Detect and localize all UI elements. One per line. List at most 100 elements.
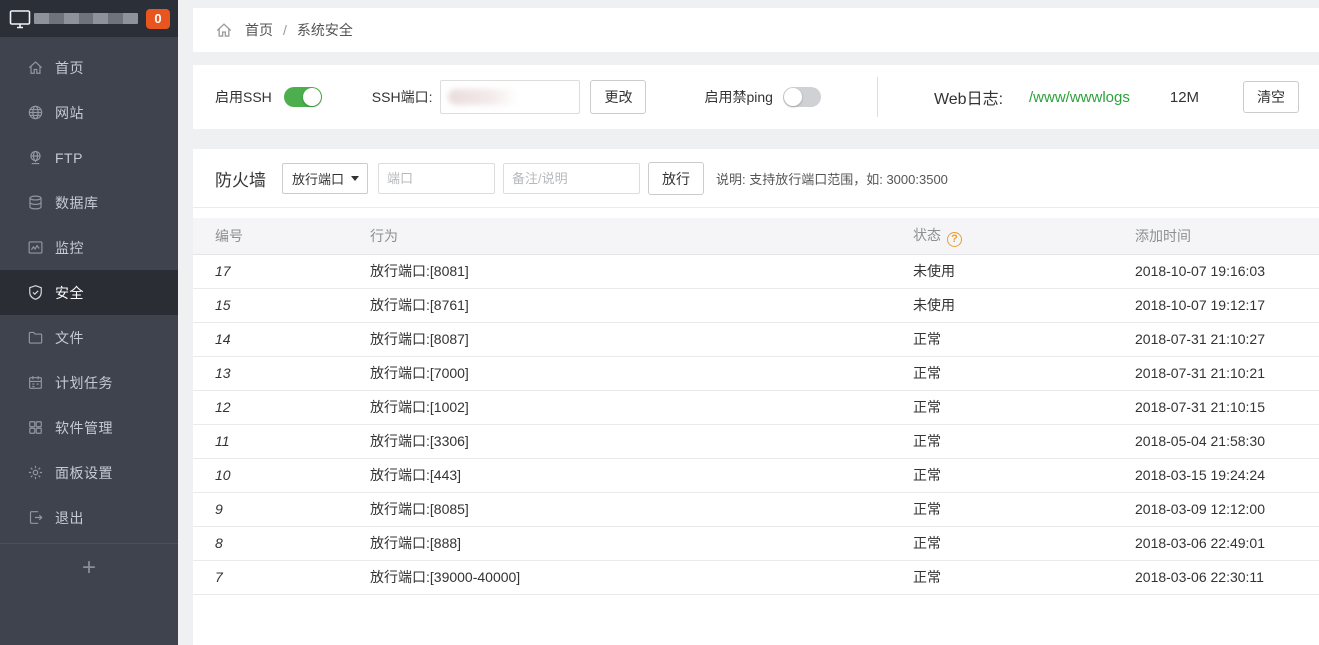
sidebar-item-label: 计划任务 [55, 373, 113, 393]
sidebar-add-button[interactable]: + [0, 544, 178, 582]
shield-icon [27, 284, 44, 301]
main-content: 首页 / 系统安全 启用SSH SSH端口: 更改 启用禁ping Web日志:… [178, 0, 1319, 645]
firewall-type-select[interactable]: 放行端口 [282, 163, 368, 194]
home-icon[interactable] [215, 21, 233, 39]
table-row: 8放行端口:[888]正常2018-03-06 22:49:01 [193, 526, 1319, 560]
row-action: 放行端口:[3306] [370, 424, 913, 458]
firewall-allow-button[interactable]: 放行 [648, 162, 704, 195]
row-time: 2018-03-06 22:30:11 [1135, 560, 1319, 594]
row-time: 2018-03-15 19:24:24 [1135, 458, 1319, 492]
sidebar-item-settings[interactable]: 面板设置 [0, 450, 178, 495]
table-header-row: 编号 行为 状态? 添加时间 [193, 218, 1319, 254]
table-row: 11放行端口:[3306]正常2018-05-04 21:58:30 [193, 424, 1319, 458]
grid-icon [27, 419, 44, 436]
breadcrumb: 首页 / 系统安全 [193, 8, 1319, 52]
breadcrumb-home[interactable]: 首页 [245, 20, 273, 40]
row-id: 7 [193, 560, 370, 594]
ssh-port-input[interactable] [440, 80, 580, 114]
firewall-note-input[interactable] [503, 163, 640, 194]
sidebar-header: 0 [0, 0, 178, 37]
firewall-port-input[interactable] [378, 163, 495, 194]
row-status: 正常 [913, 390, 1135, 424]
row-status: 正常 [913, 458, 1135, 492]
breadcrumb-separator: / [283, 22, 287, 38]
sidebar-item-label: 安全 [55, 283, 84, 303]
row-action: 放行端口:[8081] [370, 254, 913, 288]
sidebar-item-label: FTP [55, 150, 83, 166]
ping-toggle[interactable] [783, 87, 821, 107]
row-time: 2018-05-04 21:58:30 [1135, 424, 1319, 458]
row-status: 正常 [913, 526, 1135, 560]
chevron-down-icon [351, 176, 359, 181]
row-id: 9 [193, 492, 370, 526]
panel-logo-icon [8, 7, 32, 31]
row-status: 未使用 [913, 288, 1135, 322]
gear-icon [27, 464, 44, 481]
row-action: 放行端口:[8087] [370, 322, 913, 356]
table-row: 14放行端口:[8087]正常2018-07-31 21:10:27 [193, 322, 1319, 356]
row-time: 2018-10-07 19:16:03 [1135, 254, 1319, 288]
sidebar-item-logout[interactable]: 退出 [0, 495, 178, 540]
table-row: 7放行端口:[39000-40000]正常2018-03-06 22:30:11 [193, 560, 1319, 594]
weblog-path-link[interactable]: /www/wwwlogs [1029, 89, 1130, 106]
status-help-icon[interactable]: ? [947, 232, 962, 247]
sidebar-item-label: 数据库 [55, 193, 99, 213]
weblog-clear-button[interactable]: 清空 [1243, 81, 1299, 113]
sidebar-item-home[interactable]: 首页 [0, 45, 178, 90]
row-id: 10 [193, 458, 370, 492]
sidebar: 0 首页网站 FTP 数据库监控安全文件计划任务软件管理面板设置退出 + [0, 0, 178, 645]
row-id: 14 [193, 322, 370, 356]
sidebar-item-label: 网站 [55, 103, 84, 123]
row-status: 未使用 [913, 254, 1135, 288]
table-row: 9放行端口:[8085]正常2018-03-09 12:12:00 [193, 492, 1319, 526]
sidebar-item-security[interactable]: 安全 [0, 270, 178, 315]
firewall-title: 防火墙 [215, 166, 266, 191]
row-id: 17 [193, 254, 370, 288]
row-time: 2018-03-06 22:49:01 [1135, 526, 1319, 560]
firewall-type-selected: 放行端口 [292, 169, 344, 188]
ssh-toggle[interactable] [284, 87, 322, 107]
ssh-toggle-label: 启用SSH [215, 87, 272, 107]
ssh-port-change-button[interactable]: 更改 [590, 80, 646, 114]
row-action: 放行端口:[8761] [370, 288, 913, 322]
col-header-id: 编号 [193, 218, 370, 254]
table-row: 15放行端口:[8761]未使用2018-10-07 19:12:17 [193, 288, 1319, 322]
sidebar-nav: 首页网站 FTP 数据库监控安全文件计划任务软件管理面板设置退出 [0, 37, 178, 540]
weblog-size: 12M [1170, 89, 1199, 106]
calendar-icon [27, 374, 44, 391]
row-status: 正常 [913, 424, 1135, 458]
home-icon [27, 59, 44, 76]
table-row: 13放行端口:[7000]正常2018-07-31 21:10:21 [193, 356, 1319, 390]
settings-divider [877, 77, 878, 117]
row-action: 放行端口:[443] [370, 458, 913, 492]
row-action: 放行端口:[39000-40000] [370, 560, 913, 594]
weblog-label: Web日志: [934, 85, 1003, 109]
sidebar-item-monitor[interactable]: 监控 [0, 225, 178, 270]
sidebar-item-label: 软件管理 [55, 418, 113, 438]
ssh-settings-bar: 启用SSH SSH端口: 更改 启用禁ping Web日志: /www/wwwl… [193, 65, 1319, 129]
row-status: 正常 [913, 356, 1135, 390]
firewall-table: 编号 行为 状态? 添加时间 17放行端口:[8081]未使用2018-10-0… [193, 218, 1319, 595]
row-time: 2018-07-31 21:10:21 [1135, 356, 1319, 390]
row-time: 2018-10-07 19:12:17 [1135, 288, 1319, 322]
sidebar-item-files[interactable]: 文件 [0, 315, 178, 360]
message-count-badge[interactable]: 0 [146, 9, 170, 29]
sidebar-item-site[interactable]: 网站 [0, 90, 178, 135]
row-time: 2018-03-09 12:12:00 [1135, 492, 1319, 526]
sidebar-item-database[interactable]: 数据库 [0, 180, 178, 225]
sidebar-item-label: 面板设置 [55, 463, 113, 483]
sidebar-item-ftp[interactable]: FTP [0, 135, 178, 180]
breadcrumb-current: 系统安全 [297, 20, 353, 40]
database-icon [27, 194, 44, 211]
row-id: 11 [193, 424, 370, 458]
logo-text-redacted [34, 13, 138, 24]
row-action: 放行端口:[7000] [370, 356, 913, 390]
sidebar-item-cron[interactable]: 计划任务 [0, 360, 178, 405]
table-row: 17放行端口:[8081]未使用2018-10-07 19:16:03 [193, 254, 1319, 288]
ftp-icon [27, 149, 44, 166]
sidebar-item-label: 首页 [55, 58, 84, 78]
col-header-status: 状态? [913, 218, 1135, 254]
sidebar-item-software[interactable]: 软件管理 [0, 405, 178, 450]
folder-icon [27, 329, 44, 346]
globe-icon [27, 104, 44, 121]
